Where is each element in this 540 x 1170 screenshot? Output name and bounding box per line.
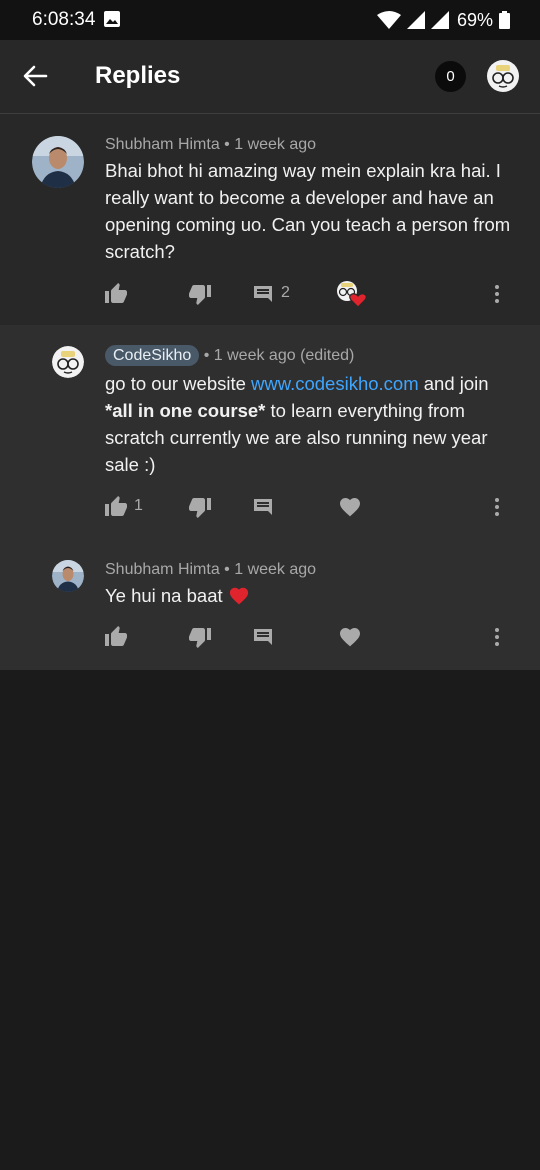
reply-text-bold: *all in one course* [105, 400, 266, 421]
page-title: Replies [95, 62, 181, 89]
status-time: 6:08:34 [32, 9, 96, 30]
comment-meta: Shubham Himta • 1 week ago [105, 136, 316, 154]
heart-icon[interactable] [338, 625, 362, 649]
wifi-icon [376, 11, 401, 29]
reply-text: go to our website www.codesikho.com and … [105, 370, 515, 478]
image-notification-icon [104, 11, 120, 27]
battery-icon [499, 11, 510, 29]
reply-author[interactable]: Shubham Himta [105, 561, 220, 578]
reply-avatar[interactable] [52, 346, 84, 378]
reply-text-content: Ye hui na baat [105, 585, 223, 606]
more-options-icon[interactable] [485, 495, 509, 519]
reply-icon[interactable] [251, 495, 275, 519]
battery-percent: 69% [456, 9, 493, 30]
status-icons: 69% [376, 9, 510, 31]
comment-author[interactable]: Shubham Himta [105, 136, 220, 153]
reply-meta: CodeSikho • 1 week ago (edited) [105, 345, 355, 366]
parent-comment: Shubham Himta • 1 week ago Bhai bhot hi … [0, 114, 540, 325]
reply-icon[interactable] [251, 625, 275, 649]
like-count: 1 [134, 497, 143, 514]
signal-icon-2 [430, 11, 449, 29]
reply-avatar[interactable] [52, 560, 84, 592]
reply-text: Ye hui na baat [105, 582, 515, 609]
reply-meta: Shubham Himta • 1 week ago [105, 561, 316, 579]
replies-list: CodeSikho • 1 week ago (edited) go to ou… [0, 325, 540, 670]
reply-count: 2 [281, 284, 290, 301]
account-avatar[interactable] [487, 60, 519, 92]
signal-icon [406, 11, 425, 29]
like-icon[interactable] [104, 495, 128, 519]
reply-text-part-1: go to our website [105, 373, 252, 394]
comment-text: Bhai bhot hi amazing way mein explain kr… [105, 160, 511, 262]
website-link[interactable]: www.codesikho.com [251, 373, 419, 394]
creator-heart-icon [337, 281, 366, 308]
reply-actions: 1 [0, 493, 540, 521]
reply-actions [0, 623, 540, 651]
reply-text-part-2: and join [418, 373, 489, 394]
more-options-icon[interactable] [485, 625, 509, 649]
reply-author-chip[interactable]: CodeSikho [105, 345, 200, 366]
like-icon[interactable] [104, 282, 128, 306]
app-bar: Replies 0 [0, 40, 540, 114]
like-icon[interactable] [104, 625, 128, 649]
heart-icon[interactable] [338, 495, 362, 519]
notification-count-badge[interactable]: 0 [435, 61, 466, 92]
status-bar: 6:08:34 69% [0, 0, 540, 40]
dislike-icon[interactable] [188, 495, 212, 519]
back-arrow-icon[interactable] [22, 64, 48, 88]
user-avatar[interactable] [32, 136, 84, 188]
reply-time: • 1 week ago [224, 561, 317, 578]
more-options-icon[interactable] [485, 282, 509, 306]
comment-actions: 2 [0, 280, 540, 308]
reply-icon[interactable] [251, 282, 275, 306]
reply-time: • 1 week ago (edited) [203, 347, 355, 364]
dislike-icon[interactable] [188, 282, 212, 306]
comment-time: • 1 week ago [224, 136, 317, 153]
red-heart-emoji-icon [229, 587, 248, 605]
dislike-icon[interactable] [188, 625, 212, 649]
